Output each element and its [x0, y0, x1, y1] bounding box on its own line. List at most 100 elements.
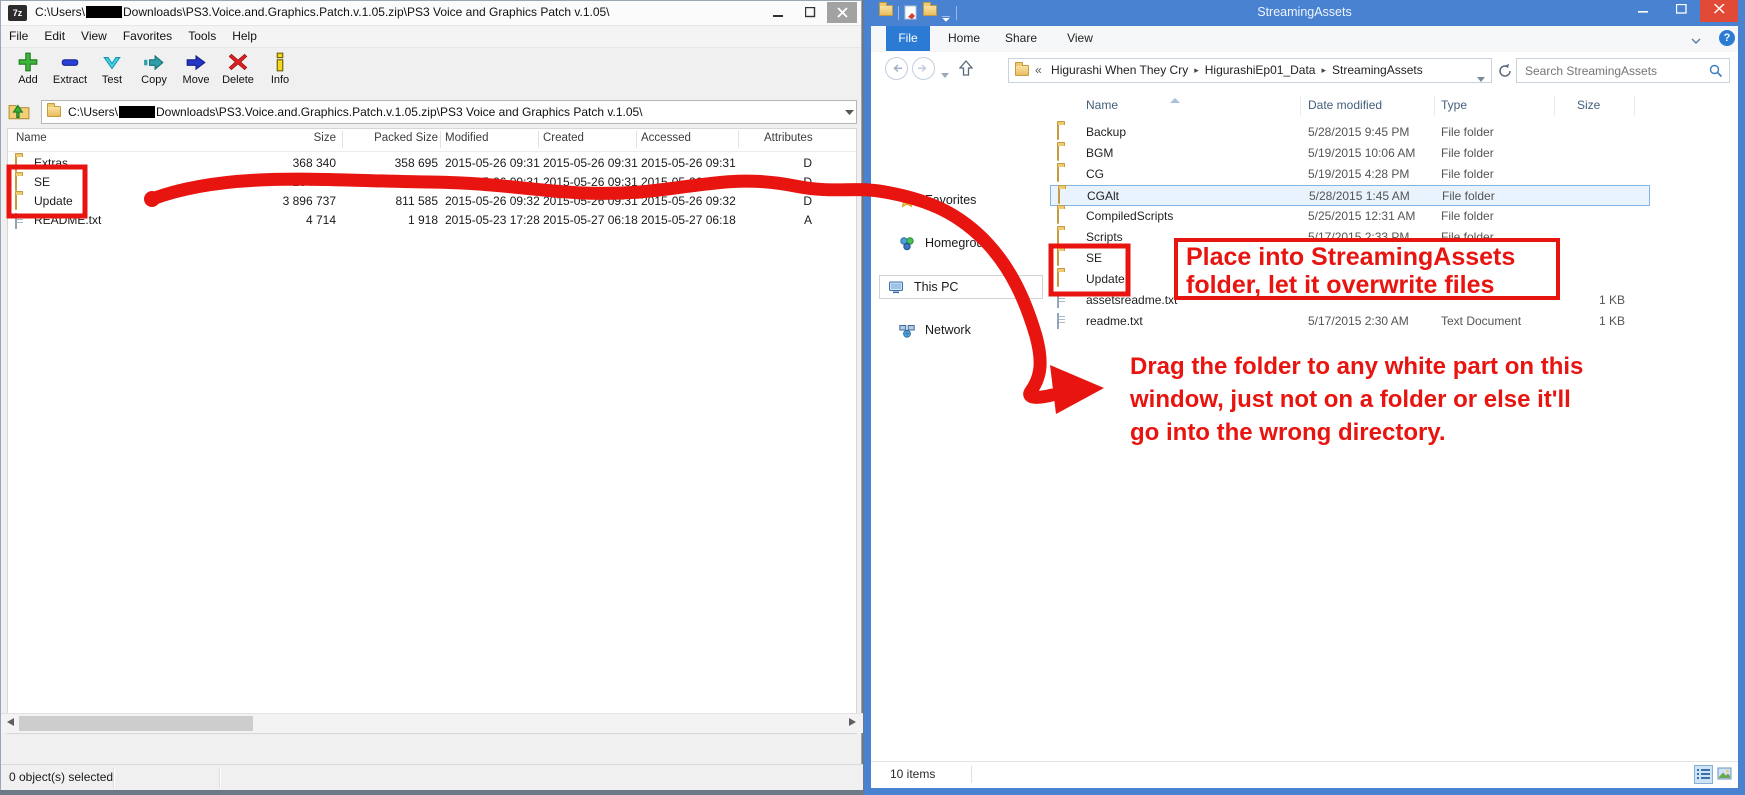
column-header-size[interactable]: Size: [218, 132, 336, 144]
info-button[interactable]: Info: [259, 48, 301, 98]
column-header-name[interactable]: Name: [1086, 98, 1118, 112]
minimize-button[interactable]: [763, 2, 794, 23]
search-input[interactable]: [1523, 61, 1705, 81]
column-divider[interactable]: [1300, 96, 1301, 116]
recent-locations-icon[interactable]: [941, 66, 949, 84]
address-dropdown-icon[interactable]: [1477, 68, 1485, 91]
annotation-line: Place into StreamingAssets: [1186, 243, 1548, 271]
table-row[interactable]: SE 234 467 214 565 2015-05-26 09:31 2015…: [8, 173, 856, 192]
info-icon: [269, 51, 291, 73]
column-header-created[interactable]: Created: [543, 132, 584, 144]
column-header-accessed[interactable]: Accessed: [641, 132, 691, 144]
table-row[interactable]: README.txt 4 714 1 918 2015-05-23 17:28 …: [8, 211, 856, 230]
column-divider[interactable]: [538, 131, 539, 148]
column-divider[interactable]: [1634, 96, 1635, 116]
file-attributes: D: [736, 194, 812, 208]
tab-home[interactable]: Home: [942, 26, 986, 51]
menu-view[interactable]: View: [73, 26, 115, 47]
7zip-titlebar[interactable]: 7z C:\Users\Downloads\PS3.Voice.and.Grap…: [1, 1, 861, 26]
sidebar-item-this-pc[interactable]: This PC: [879, 275, 1043, 299]
column-divider[interactable]: [342, 131, 343, 148]
column-header-packed-size[interactable]: Packed Size: [320, 132, 438, 144]
file-type: File folder: [1441, 167, 1494, 181]
address-dropdown-icon[interactable]: [841, 101, 857, 123]
tab-view[interactable]: View: [1058, 26, 1102, 51]
menu-favorites[interactable]: Favorites: [115, 26, 180, 47]
move-arrow-icon: [185, 51, 207, 73]
search-box[interactable]: [1516, 58, 1730, 83]
breadcrumb-item[interactable]: HigurashiEp01_Data: [1205, 63, 1316, 77]
file-name: Scripts: [1086, 230, 1123, 244]
sidebar-item-network[interactable]: Network: [885, 319, 1041, 341]
tab-file[interactable]: File: [886, 26, 930, 51]
7zip-address-bar[interactable]: C:\Users\Downloads\PS3.Voice.and.Graphic…: [41, 100, 857, 124]
computer-icon: [888, 279, 904, 295]
table-row[interactable]: CG 5/19/2015 4:28 PM File folder: [1050, 164, 1650, 185]
back-icon[interactable]: [885, 57, 908, 80]
horizontal-scrollbar[interactable]: [1, 713, 863, 733]
column-header-size[interactable]: Size: [1577, 98, 1600, 112]
close-icon[interactable]: [827, 2, 857, 23]
menu-file[interactable]: File: [1, 26, 36, 47]
table-row[interactable]: readme.txt 5/17/2015 2:30 AM Text Docume…: [1050, 311, 1650, 332]
test-button[interactable]: Test: [91, 48, 133, 98]
scroll-left-icon[interactable]: [2, 716, 19, 732]
minimize-button[interactable]: [1624, 0, 1662, 22]
annotation-line: go into the wrong directory.: [1130, 416, 1730, 449]
sidebar-item-favorites[interactable]: Favorites: [885, 189, 1041, 211]
search-icon[interactable]: [1709, 64, 1723, 83]
text-file-icon: [15, 213, 17, 229]
delete-button[interactable]: Delete: [217, 48, 259, 98]
table-row[interactable]: Update 3 896 737 811 585 2015-05-26 09:3…: [8, 192, 856, 211]
file-name: readme.txt: [1086, 314, 1143, 328]
add-button[interactable]: Add: [7, 48, 49, 98]
column-header-type[interactable]: Type: [1441, 98, 1467, 112]
move-button[interactable]: Move: [175, 48, 217, 98]
help-icon[interactable]: ?: [1719, 30, 1735, 46]
tab-share[interactable]: Share: [998, 26, 1044, 51]
maximize-button[interactable]: [1662, 0, 1700, 22]
thumbnail-view-button[interactable]: [1716, 765, 1735, 784]
copy-button[interactable]: Copy: [133, 48, 175, 98]
expand-ribbon-icon[interactable]: [1691, 34, 1701, 48]
extract-button[interactable]: Extract: [49, 48, 91, 98]
column-divider[interactable]: [440, 131, 441, 148]
column-header-date-modified[interactable]: Date modified: [1308, 98, 1382, 112]
up-folder-button[interactable]: [8, 101, 34, 125]
file-size: 4 714: [218, 213, 336, 227]
refresh-icon[interactable]: [1497, 63, 1513, 84]
explorer-titlebar[interactable]: StreamingAssets: [871, 0, 1738, 26]
sidebar-item-homegroup[interactable]: Homegroup: [885, 232, 1041, 254]
close-icon[interactable]: [1700, 0, 1738, 22]
column-header-modified[interactable]: Modified: [445, 132, 488, 144]
column-divider[interactable]: [1554, 96, 1555, 116]
annotation-drag-text: Drag the folder to any white part on thi…: [1130, 350, 1730, 449]
details-view-button[interactable]: [1694, 765, 1713, 784]
up-icon[interactable]: [959, 60, 973, 81]
copy-arrow-icon: [143, 51, 165, 73]
column-divider[interactable]: [1434, 96, 1435, 116]
7zip-toolbar: Add Extract Test Copy Move Delete Info: [1, 48, 861, 99]
breadcrumb-item[interactable]: StreamingAssets: [1332, 63, 1423, 77]
maximize-button[interactable]: [795, 2, 826, 23]
scrollbar-thumb[interactable]: [19, 716, 253, 731]
column-divider[interactable]: [738, 131, 739, 148]
forward-icon[interactable]: [912, 57, 935, 80]
column-header-attributes[interactable]: Attributes: [764, 132, 813, 144]
breadcrumb-item[interactable]: Higurashi When They Cry: [1045, 63, 1188, 77]
table-row[interactable]: Extras 368 340 358 695 2015-05-26 09:31 …: [8, 154, 856, 173]
folder-icon: [1057, 271, 1059, 287]
menu-tools[interactable]: Tools: [180, 26, 224, 47]
column-header-name[interactable]: Name: [16, 132, 47, 144]
column-divider[interactable]: [636, 131, 637, 148]
table-row-selected[interactable]: CGAlt 5/28/2015 1:45 AM File folder: [1050, 185, 1650, 206]
menu-edit[interactable]: Edit: [36, 26, 73, 47]
menu-help[interactable]: Help: [224, 26, 265, 47]
table-row[interactable]: CompiledScripts 5/25/2015 12:31 AM File …: [1050, 206, 1650, 227]
annotation-line: window, just not on a folder or else it'…: [1130, 383, 1730, 416]
table-row[interactable]: Backup 5/28/2015 9:45 PM File folder: [1050, 122, 1650, 143]
table-row[interactable]: BGM 5/19/2015 10:06 AM File folder: [1050, 143, 1650, 164]
network-icon: [899, 322, 915, 338]
breadcrumb[interactable]: « Higurashi When They Cry▸HigurashiEp01_…: [1008, 58, 1492, 83]
scroll-right-icon[interactable]: [844, 716, 861, 732]
